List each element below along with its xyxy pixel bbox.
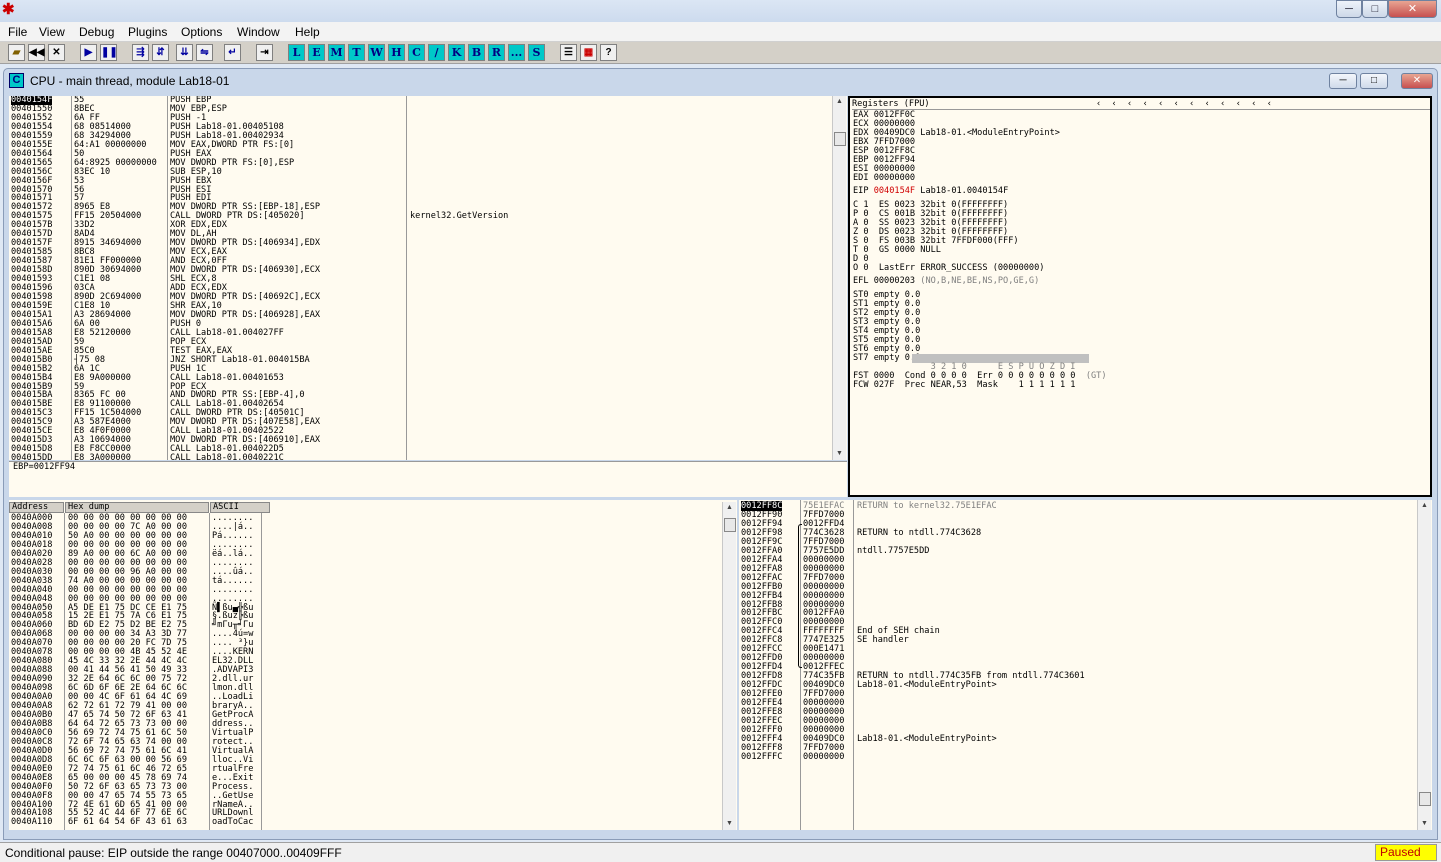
cpu-close-button[interactable]: ✕ <box>1401 73 1433 89</box>
dump-pane[interactable]: Address Hex dump ASCII 0040A000 0040A008… <box>9 500 737 830</box>
registers-pane[interactable]: Registers (FPU) ‹ ‹ ‹ ‹ ‹ ‹ ‹ ‹ ‹ ‹ ‹ ‹ E… <box>848 96 1432 497</box>
stack-scrollbar[interactable]: ▲ ▼ <box>1417 500 1431 830</box>
dump-ascii-column: ........ ....|á.. Pá...... ........ ëá..… <box>212 513 254 828</box>
minimize-button[interactable]: ─ <box>1336 0 1362 18</box>
disassembly-pane[interactable]: 0040154F0040154F 00401550 00401552 00401… <box>9 96 847 460</box>
registers-header: Registers (FPU) ‹ ‹ ‹ ‹ ‹ ‹ ‹ ‹ ‹ ‹ ‹ ‹ <box>852 100 1430 110</box>
disasm-comment-column: kernel32.GetVersion kernel32.GetCommandL… <box>410 211 509 222</box>
disasm-hex-column: 55 8BEC 6A FF 68 08514000 68 34294000 64… <box>74 96 157 460</box>
stack-top-comment: RETURN to kernel32.75E1EFAC <box>857 501 997 511</box>
close-program-icon[interactable]: ✕ <box>48 44 65 61</box>
cpu-minimize-button[interactable]: ─ <box>1329 73 1357 89</box>
cpu-window-title: CPU - main thread, module Lab18-01 <box>30 74 230 88</box>
modules-window-icon[interactable]: E <box>308 44 325 61</box>
efl-flags: (NO,B,NE,BE,NS,PO,GE,G) <box>920 276 1040 286</box>
menu-window[interactable]: Window <box>237 24 280 40</box>
fcw-register: FCW 027F Prec NEAR,53 Mask 1 1 1 1 1 1 <box>853 380 1076 390</box>
status-bar: Conditional pause: EIP outside the range… <box>0 842 1441 862</box>
trace-into-icon[interactable]: ⇊ <box>176 44 193 61</box>
eip-label: EIP <box>853 186 874 196</box>
memory-window-icon[interactable]: M <box>328 44 345 61</box>
dump-address-column: 0040A000 0040A008 0040A010 0040A018 0040… <box>11 513 53 828</box>
eip-value[interactable]: 0040154F <box>874 186 915 196</box>
efl-label: EFL 00000203 <box>853 276 921 286</box>
gpr-registers: EAX 0012FF0C ECX 00000000 EDX 00409DC0 L… <box>853 110 1060 183</box>
run-trace-window-icon[interactable]: ... <box>508 44 525 61</box>
cpu-window-icon: C <box>9 73 24 88</box>
dump-header-ascii[interactable]: ASCII <box>210 502 270 513</box>
log-window-icon[interactable]: L <box>288 44 305 61</box>
threads-window-icon[interactable]: T <box>348 44 365 61</box>
trace-over-icon[interactable]: ⇋ <box>196 44 213 61</box>
cpu-maximize-button[interactable]: □ <box>1360 73 1388 89</box>
status-badge: Paused <box>1375 844 1437 861</box>
info-pane: EBP=0012FF94 <box>9 461 847 497</box>
list-icon[interactable]: ☰ <box>560 44 577 61</box>
dump-header-address[interactable]: Address <box>9 502 64 513</box>
eip-comment: Lab18-01.0040154F <box>915 186 1009 196</box>
handles-window-icon[interactable]: H <box>388 44 405 61</box>
dump-hex-column: 00 00 00 00 00 00 00 00 00 00 00 00 7C A… <box>68 513 187 828</box>
disasm-address-column: 00401550 00401552 00401554 00401559 0040… <box>11 103 53 460</box>
stack-value-column: 7FFD7000 0012FFD4 774C3628 7FFD7000 7757… <box>803 510 845 762</box>
call-stack-window-icon[interactable]: K <box>448 44 465 61</box>
step-over-icon[interactable]: ⇵ <box>152 44 169 61</box>
seh-frame-bracket <box>798 524 802 668</box>
dump-scrollbar[interactable]: ▲ ▼ <box>722 502 736 830</box>
breakpoints-window-icon[interactable]: B <box>468 44 485 61</box>
disasm-instruction-column: PUSH EBP MOV EBP,ESP PUSH -1 PUSH Lab18-… <box>170 96 321 460</box>
patches-window-icon[interactable]: / <box>428 44 445 61</box>
disasm-scrollbar[interactable]: ▲ ▼ <box>832 96 846 460</box>
references-window-icon[interactable]: R <box>488 44 505 61</box>
pause-icon[interactable]: ❚❚ <box>100 44 118 61</box>
help-icon[interactable]: ? <box>600 44 617 61</box>
execute-till-return-icon[interactable]: ↵ <box>224 44 241 61</box>
menu-file[interactable]: File <box>8 24 27 40</box>
step-into-icon[interactable]: ⇶ <box>132 44 149 61</box>
toolbar: ▰ ◀◀ ✕ ▶ ❚❚ ⇶ ⇵ ⇊ ⇋ ↵ ⇥ L E M T W H C / … <box>0 42 1441 64</box>
menu-help[interactable]: Help <box>295 24 320 40</box>
stack-comment-column: RETURN to ntdll.774C3628 ntdll.7757E5DD … <box>857 527 1085 744</box>
source-window-icon[interactable]: S <box>528 44 545 61</box>
efl-register: EFL 00000203 (NO,B,NE,BE,NS,PO,GE,G) <box>853 277 1039 286</box>
flags-segments: C 1 ES 0023 32bit 0(FFFFFFFF) P 0 CS 001… <box>853 200 1045 273</box>
dump-header-hex[interactable]: Hex dump <box>65 502 209 513</box>
menu-options[interactable]: Options <box>181 24 222 40</box>
fst-gt: (GT) <box>1085 371 1107 381</box>
close-button[interactable]: ✕ <box>1388 0 1437 18</box>
appearance-icon[interactable]: ▦ <box>580 44 597 61</box>
eip-register: EIP 0040154F Lab18-01.0040154F <box>853 187 1008 196</box>
stack-address-column: 0012FF90 0012FF94 0012FF98 0012FF9C 0012… <box>741 510 783 762</box>
restart-icon[interactable]: ◀◀ <box>28 44 45 61</box>
cpu-window-icon[interactable]: C <box>408 44 425 61</box>
go-to-address-icon[interactable]: ⇥ <box>256 44 273 61</box>
run-icon[interactable]: ▶ <box>80 44 97 61</box>
status-message: Conditional pause: EIP outside the range… <box>5 846 342 860</box>
menu-view[interactable]: View <box>39 24 65 40</box>
windows-window-icon[interactable]: W <box>368 44 385 61</box>
maximize-button[interactable]: □ <box>1362 0 1388 18</box>
ollydbg-bug-icon: ✱ <box>2 1 15 18</box>
title-bar: ✱ ─ □ ✕ <box>0 0 1441 22</box>
menu-plugins[interactable]: Plugins <box>128 24 167 40</box>
menu-debug[interactable]: Debug <box>79 24 114 40</box>
registers-header-label: Registers (FPU) <box>852 99 930 109</box>
stack-pane[interactable]: 0012FF8C 75E1EFAC RETURN to kernel32.75E… <box>739 500 1432 830</box>
registers-scroll-arrows[interactable]: ‹ ‹ ‹ ‹ ‹ ‹ ‹ ‹ ‹ ‹ ‹ ‹ <box>1096 100 1272 109</box>
open-icon[interactable]: ▰ <box>8 44 25 61</box>
info-text: EBP=0012FF94 <box>13 462 76 472</box>
menu-bar: File View Debug Plugins Options Window H… <box>0 22 1441 42</box>
fpu-registers: ST0 empty 0.0 ST1 empty 0.0 ST2 empty 0.… <box>853 290 921 363</box>
